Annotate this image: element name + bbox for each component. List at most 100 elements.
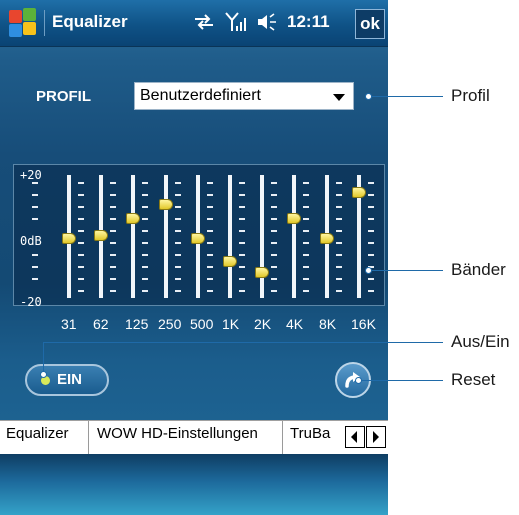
scale-tick [142,254,148,256]
scale-tick [110,242,116,244]
scale-tick [207,242,213,244]
slider-track-125[interactable] [131,175,135,298]
tab-wow-hd-settings[interactable]: WOW HD-Einstellungen [97,425,258,442]
slider-thumb-250[interactable] [159,199,173,210]
scale-tick [207,266,213,268]
scale-tick [271,242,277,244]
tab-trubass[interactable]: TruBa [290,425,344,442]
scale-tick [78,218,84,220]
scale-tick [303,206,309,208]
scale-tick [32,206,38,208]
band-label-16k: 16K [351,316,376,332]
band-label-1k: 1K [222,316,240,332]
scale-tick [142,206,148,208]
scale-tick [239,230,245,232]
scale-tick [368,230,374,232]
slider-track-1k[interactable] [228,175,232,298]
scale-tick [239,278,245,280]
slider-thumb-2k[interactable] [255,267,269,278]
slider-track-250[interactable] [164,175,168,298]
scale-tick [336,254,342,256]
band-label-62: 62 [93,316,109,332]
callout-baender: Bänder [451,260,506,279]
profile-select[interactable]: Benutzerdefiniert [134,82,354,110]
scale-tick [271,182,277,184]
slider-track-2k[interactable] [260,175,264,298]
slider-thumb-62[interactable] [94,230,108,241]
scale-tick [239,266,245,268]
band-label-250: 250 [158,316,182,332]
power-toggle-label: EIN [57,371,83,388]
sync-arrows-icon [195,14,213,30]
scale-tick [239,254,245,256]
scale-tick [336,206,342,208]
scale-tick [368,254,374,256]
scale-tick [368,206,374,208]
scale-tick [368,218,374,220]
slider-thumb-16k[interactable] [352,187,366,198]
scale-tick [303,254,309,256]
band-label-2k: 2K [254,316,272,332]
scale-tick [271,194,277,196]
scale-tick [78,182,84,184]
slider-thumb-1k[interactable] [223,256,237,267]
ok-button[interactable]: ok [355,9,385,39]
scale-tick [239,290,245,292]
scale-tick [303,278,309,280]
power-toggle-button[interactable]: EIN [25,364,109,396]
chevron-down-icon[interactable] [333,94,345,101]
scale-tick [110,182,116,184]
scale-tick [110,278,116,280]
scale-tick [175,290,181,292]
scale-tick [110,254,116,256]
scale-tick [336,278,342,280]
scale-tick [271,230,277,232]
scale-tick [271,206,277,208]
signal-strength-icon [225,12,246,31]
status-area: 12:11 [193,12,330,32]
scale-tick [142,194,148,196]
scale-tick [142,266,148,268]
scale-tick [78,254,84,256]
scale-tick [368,242,374,244]
scale-tick [175,206,181,208]
scale-tick [32,182,38,184]
scale-tick [336,182,342,184]
scale-tick [207,278,213,280]
scale-tick [142,290,148,292]
scale-tick [303,182,309,184]
profile-label: PROFIL [36,88,91,105]
scale-tick [78,278,84,280]
callout-reset: Reset [451,370,496,389]
slider-thumb-500[interactable] [191,233,205,244]
scale-tick [175,182,181,184]
windows-logo-icon[interactable] [8,8,38,38]
slider-thumb-8k[interactable] [320,233,334,244]
speaker-icon[interactable] [257,13,277,31]
scale-tick [336,194,342,196]
slider-thumb-125[interactable] [126,213,140,224]
scale-tick [239,242,245,244]
band-label-125: 125 [125,316,149,332]
scale-tick [303,218,309,220]
slider-thumb-4k[interactable] [287,213,301,224]
scale-tick [271,254,277,256]
scale-tick [336,266,342,268]
scale-tick [271,278,277,280]
y-label-min: -20 [20,295,42,309]
title-separator [44,10,45,36]
scale-tick [78,230,84,232]
scale-tick [368,182,374,184]
callout-line-reset [361,380,443,381]
slider-thumb-31[interactable] [62,233,76,244]
slider-track-4k[interactable] [292,175,296,298]
tab-equalizer[interactable]: Equalizer [6,425,69,442]
scale-tick [239,194,245,196]
clock[interactable]: 12:11 [287,12,330,32]
tab-scroll-right-button[interactable] [366,426,386,448]
tab-scroll-left-button[interactable] [345,426,365,448]
callout-aus-ein: Aus/Ein [451,332,510,351]
scale-tick [207,290,213,292]
scale-tick [142,230,148,232]
scale-tick [175,242,181,244]
